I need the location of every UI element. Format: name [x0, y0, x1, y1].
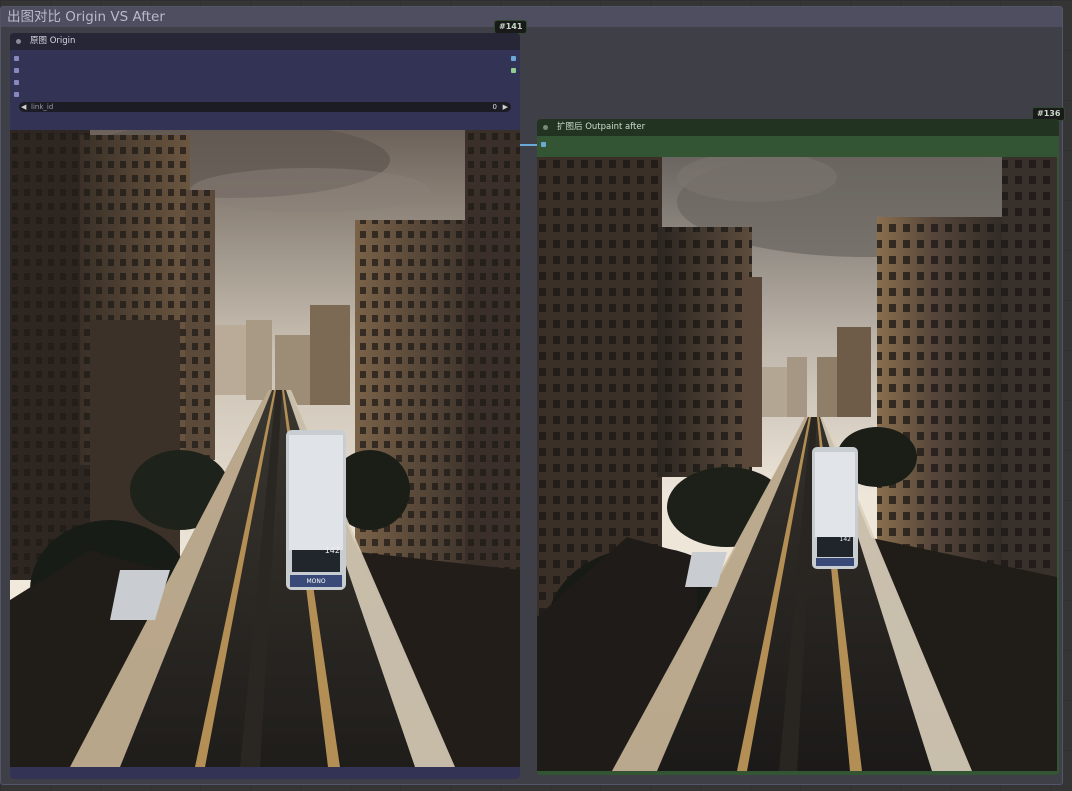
- node-link: [519, 144, 538, 146]
- origin-image: 142 MONO: [10, 130, 520, 767]
- widget-label: link_id: [31, 103, 54, 111]
- arrow-left-icon[interactable]: ◀: [21, 102, 26, 112]
- link-id-widget[interactable]: ◀ link_id 0 ▶: [19, 102, 511, 112]
- outpaint-node[interactable]: 扩图后 Outpaint after 142: [537, 119, 1059, 775]
- node-id-badge: #141: [494, 20, 528, 34]
- arrow-right-icon[interactable]: ▶: [503, 102, 508, 112]
- input-slot[interactable]: [14, 80, 19, 85]
- input-slot[interactable]: [14, 68, 19, 73]
- origin-node[interactable]: 原图 Origin ◀ link_id 0 ▶ 142 MONO: [10, 33, 520, 779]
- input-slot[interactable]: [14, 92, 19, 97]
- input-slot[interactable]: [541, 142, 546, 147]
- output-slot[interactable]: [511, 56, 516, 61]
- node-title: 扩图后 Outpaint after: [557, 122, 646, 132]
- node-title-bar[interactable]: 扩图后 Outpaint after: [537, 119, 1059, 136]
- node-title: 原图 Origin: [30, 36, 76, 46]
- train-sign: MONO: [306, 578, 325, 585]
- train-number: 142: [325, 546, 340, 555]
- node-title-bar[interactable]: 原图 Origin: [10, 33, 520, 50]
- input-slot[interactable]: [14, 56, 19, 61]
- graph-canvas[interactable]: 出图对比 Origin VS After #141 原图 Origin ◀ li…: [0, 0, 1072, 791]
- train-number: 142: [840, 536, 852, 543]
- output-slot[interactable]: [511, 68, 516, 73]
- widget-value: 0: [492, 103, 497, 111]
- group-title[interactable]: 出图对比 Origin VS After: [1, 7, 1062, 27]
- outpaint-image: 142: [537, 157, 1057, 771]
- status-dot-icon: [543, 125, 548, 130]
- status-dot-icon: [16, 39, 21, 44]
